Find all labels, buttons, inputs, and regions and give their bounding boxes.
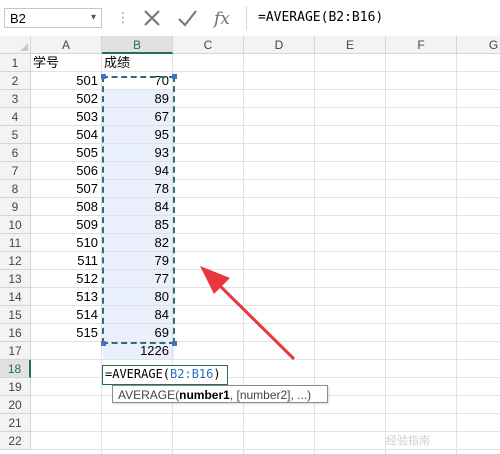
row-header-6[interactable]: 6 — [0, 144, 31, 162]
row-header-21[interactable]: 21 — [0, 414, 31, 432]
row-header-12[interactable]: 12 — [0, 252, 31, 270]
formula-input[interactable]: =AVERAGE(B2:B16) — [258, 10, 383, 25]
cancel-icon[interactable] — [140, 6, 164, 30]
annotation-arrow-shaft — [212, 278, 296, 361]
row-header-22[interactable]: 22 — [0, 432, 31, 450]
selection-handle[interactable] — [101, 341, 106, 346]
selection-marquee — [102, 76, 175, 344]
column-header-b[interactable]: B — [102, 36, 173, 54]
formula-suffix: ) — [213, 367, 221, 381]
row-header-13[interactable]: 13 — [0, 270, 31, 288]
row-header-19[interactable]: 19 — [0, 378, 31, 396]
cell-a12[interactable]: 511 — [31, 252, 98, 270]
cell-a2[interactable]: 501 — [31, 72, 98, 90]
selection-handle[interactable] — [172, 341, 177, 346]
row-header-20[interactable]: 20 — [0, 396, 31, 414]
cell-a7[interactable]: 506 — [31, 162, 98, 180]
selection-handle[interactable] — [172, 74, 177, 79]
cell-a10[interactable]: 509 — [31, 216, 98, 234]
column-gridline — [385, 54, 386, 454]
row-header-9[interactable]: 9 — [0, 198, 31, 216]
row-header-14[interactable]: 14 — [0, 288, 31, 306]
enter-icon[interactable] — [175, 6, 199, 30]
cell-b18-editor[interactable]: =AVERAGE(B2:B16) — [102, 365, 228, 385]
spreadsheet-app: B2 ▾ ⋮ fx =AVERAGE(B2:B16) ABCDEFG123456… — [0, 0, 500, 454]
row-header-18[interactable]: 18 — [0, 360, 31, 378]
selection-handle[interactable] — [101, 74, 106, 79]
column-header-f[interactable]: F — [386, 36, 457, 54]
tooltip-arg1: number1 — [179, 388, 230, 402]
annotation-arrow-head — [200, 266, 230, 294]
tooltip-rest: , [number2], ...) — [229, 388, 312, 402]
column-header-a[interactable]: A — [31, 36, 102, 54]
tooltip-func: AVERAGE( — [118, 388, 180, 402]
row-header-10[interactable]: 10 — [0, 216, 31, 234]
column-header-e[interactable]: E — [315, 36, 386, 54]
cell-a14[interactable]: 513 — [31, 288, 98, 306]
cell-a16[interactable]: 515 — [31, 324, 98, 342]
function-tooltip[interactable]: AVERAGE(number1, [number2], ...) — [112, 385, 328, 403]
cell-a11[interactable]: 510 — [31, 234, 98, 252]
cell-a9[interactable]: 508 — [31, 198, 98, 216]
name-box[interactable]: B2 ▾ — [4, 8, 102, 28]
row-header-16[interactable]: 16 — [0, 324, 31, 342]
row-gridline — [31, 413, 500, 414]
formula-bar-divider — [246, 6, 247, 30]
insert-function-icon[interactable]: fx — [212, 6, 236, 30]
row-header-5[interactable]: 5 — [0, 126, 31, 144]
row-header-8[interactable]: 8 — [0, 180, 31, 198]
column-gridline — [456, 54, 457, 454]
column-header-g[interactable]: G — [457, 36, 500, 54]
column-header-c[interactable]: C — [173, 36, 244, 54]
row-header-4[interactable]: 4 — [0, 108, 31, 126]
formula-bar: B2 ▾ ⋮ fx =AVERAGE(B2:B16) — [0, 0, 500, 37]
cell-a6[interactable]: 505 — [31, 144, 98, 162]
cell-b17[interactable]: 1226 — [102, 342, 169, 360]
cell-a3[interactable]: 502 — [31, 90, 98, 108]
cell-a8[interactable]: 507 — [31, 180, 98, 198]
formula-edit-text[interactable]: =AVERAGE(B2:B16) — [105, 367, 221, 381]
row-header-11[interactable]: 11 — [0, 234, 31, 252]
watermark-text: 经验指南 — [386, 435, 430, 447]
row-header-15[interactable]: 15 — [0, 306, 31, 324]
select-all-triangle-icon — [20, 43, 28, 51]
select-all-button[interactable] — [0, 36, 31, 54]
formula-range-ref: B2:B16 — [170, 367, 214, 381]
worksheet-grid: A B C D E F G 1 2 3 4 5 6 7 8 9 10 11 12 13 14 15 16 17 18 19 20 21… — [0, 36, 500, 454]
chevron-down-icon[interactable]: ▾ — [91, 12, 96, 23]
row-header-3[interactable]: 3 — [0, 90, 31, 108]
formula-prefix: =AVERAGE( — [105, 367, 171, 381]
cell-b1[interactable]: 成绩 — [104, 54, 130, 72]
row-header-2[interactable]: 2 — [0, 72, 31, 90]
name-box-value: B2 — [10, 11, 26, 26]
cell-a4[interactable]: 503 — [31, 108, 98, 126]
row-gridline — [31, 449, 500, 450]
cell-a1[interactable]: 学号 — [33, 54, 59, 72]
cell-a15[interactable]: 514 — [31, 306, 98, 324]
row-header-1[interactable]: 1 — [0, 54, 31, 72]
fx-label: fx — [212, 9, 230, 29]
row-header-17[interactable]: 17 — [0, 342, 31, 360]
cell-a5[interactable]: 504 — [31, 126, 98, 144]
drag-handle-icon[interactable]: ⋮ — [116, 10, 130, 24]
column-header-d[interactable]: D — [244, 36, 315, 54]
row-header-7[interactable]: 7 — [0, 162, 31, 180]
cell-a13[interactable]: 512 — [31, 270, 98, 288]
